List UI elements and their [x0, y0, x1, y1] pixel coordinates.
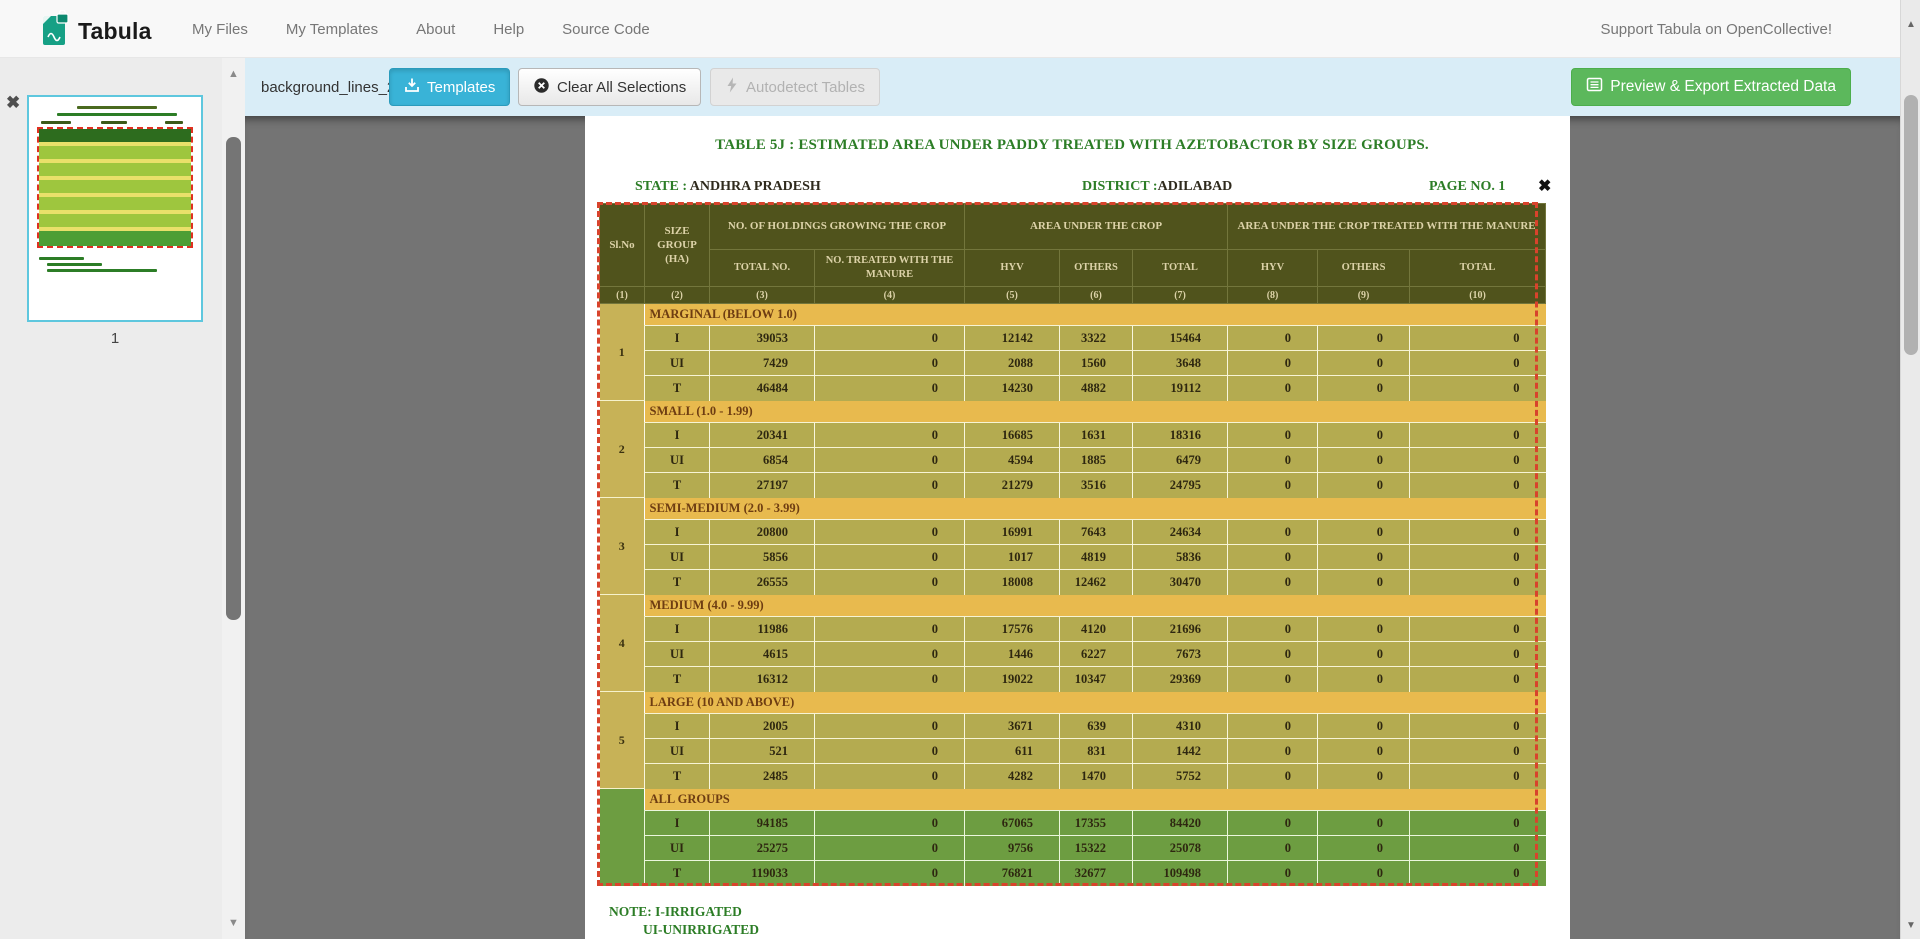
brand-title: Tabula	[78, 18, 152, 45]
navbar-menu: My Files My Templates About Help Source Code	[192, 0, 650, 58]
save-template-icon	[404, 77, 420, 97]
table-selection-box[interactable]	[597, 202, 1538, 886]
navbar: Tabula My Files My Templates About Help Sour…	[0, 0, 1920, 58]
sidebar: ✖ 1	[0, 58, 222, 939]
nav-item-my-files[interactable]: My Files	[192, 21, 248, 38]
pdf-page: TABLE 5J : ESTIMATED AREA UNDER PADDY TR…	[585, 116, 1570, 939]
flash-icon	[725, 77, 739, 97]
mini-meta-line	[165, 121, 183, 124]
tabula-logo-icon	[40, 10, 70, 53]
scroll-down-icon[interactable]: ▼	[222, 917, 245, 929]
mini-meta-line	[101, 121, 127, 124]
district-field: DISTRICT :ADILABAD	[1082, 179, 1232, 195]
state-field: STATE : ANDHRA PRADESH	[635, 179, 821, 195]
selection-close-icon[interactable]: ✖	[1538, 176, 1551, 196]
page-thumbnail[interactable]	[27, 95, 203, 322]
autodetect-tables-button[interactable]: Autodetect Tables	[710, 68, 880, 106]
pdf-note-line1: NOTE: I-IRRIGATED	[609, 904, 742, 920]
mini-table-header	[39, 129, 191, 142]
pdf-note-line2: UI-UNIRRIGATED	[643, 922, 759, 938]
main-area: background_lines_2.pdf Templates Clear A…	[245, 58, 1900, 939]
list-alt-icon	[1586, 76, 1603, 98]
sidebar-scrollbar-thumb[interactable]	[226, 137, 241, 620]
page-number-label: 1	[27, 330, 203, 347]
mini-note-line	[47, 269, 157, 272]
nav-item-my-templates[interactable]: My Templates	[286, 21, 378, 38]
window-scrollbar-thumb[interactable]	[1904, 95, 1918, 355]
mini-title-line	[77, 106, 157, 109]
mini-table	[37, 127, 193, 248]
toolbar: background_lines_2.pdf Templates Clear A…	[245, 58, 1900, 116]
support-link[interactable]: Support Tabula on OpenCollective!	[1600, 0, 1832, 58]
mini-meta-line	[41, 121, 71, 124]
page-remove-icon[interactable]: ✖	[6, 94, 20, 111]
templates-button[interactable]: Templates	[389, 68, 510, 106]
nav-item-about[interactable]: About	[416, 21, 455, 38]
mini-subtitle-line	[57, 113, 177, 116]
nav-item-source-code[interactable]: Source Code	[562, 21, 650, 38]
page-no-field: PAGE NO. 1	[1429, 179, 1505, 195]
scroll-down-icon[interactable]: ▼	[1901, 920, 1920, 931]
pdf-meta-row: STATE : ANDHRA PRADESH DISTRICT :ADILABA…	[585, 179, 1570, 199]
sidebar-scrollbar: ▲ ▼	[222, 58, 245, 939]
brand-link[interactable]: Tabula	[40, 10, 152, 53]
pdf-table-title: TABLE 5J : ESTIMATED AREA UNDER PADDY TR…	[599, 137, 1545, 154]
scroll-up-icon[interactable]: ▲	[1901, 19, 1920, 30]
remove-circle-icon	[533, 77, 550, 98]
clear-all-selections-button[interactable]: Clear All Selections	[518, 68, 701, 106]
mini-note-line	[39, 257, 84, 260]
nav-item-help[interactable]: Help	[493, 21, 524, 38]
pdf-canvas: TABLE 5J : ESTIMATED AREA UNDER PADDY TR…	[245, 116, 1900, 939]
preview-export-button[interactable]: Preview & Export Extracted Data	[1571, 68, 1851, 106]
mini-note-line	[47, 263, 102, 266]
window-scrollbar: ▲ ▼	[1900, 0, 1920, 939]
scroll-up-icon[interactable]: ▲	[222, 68, 245, 80]
